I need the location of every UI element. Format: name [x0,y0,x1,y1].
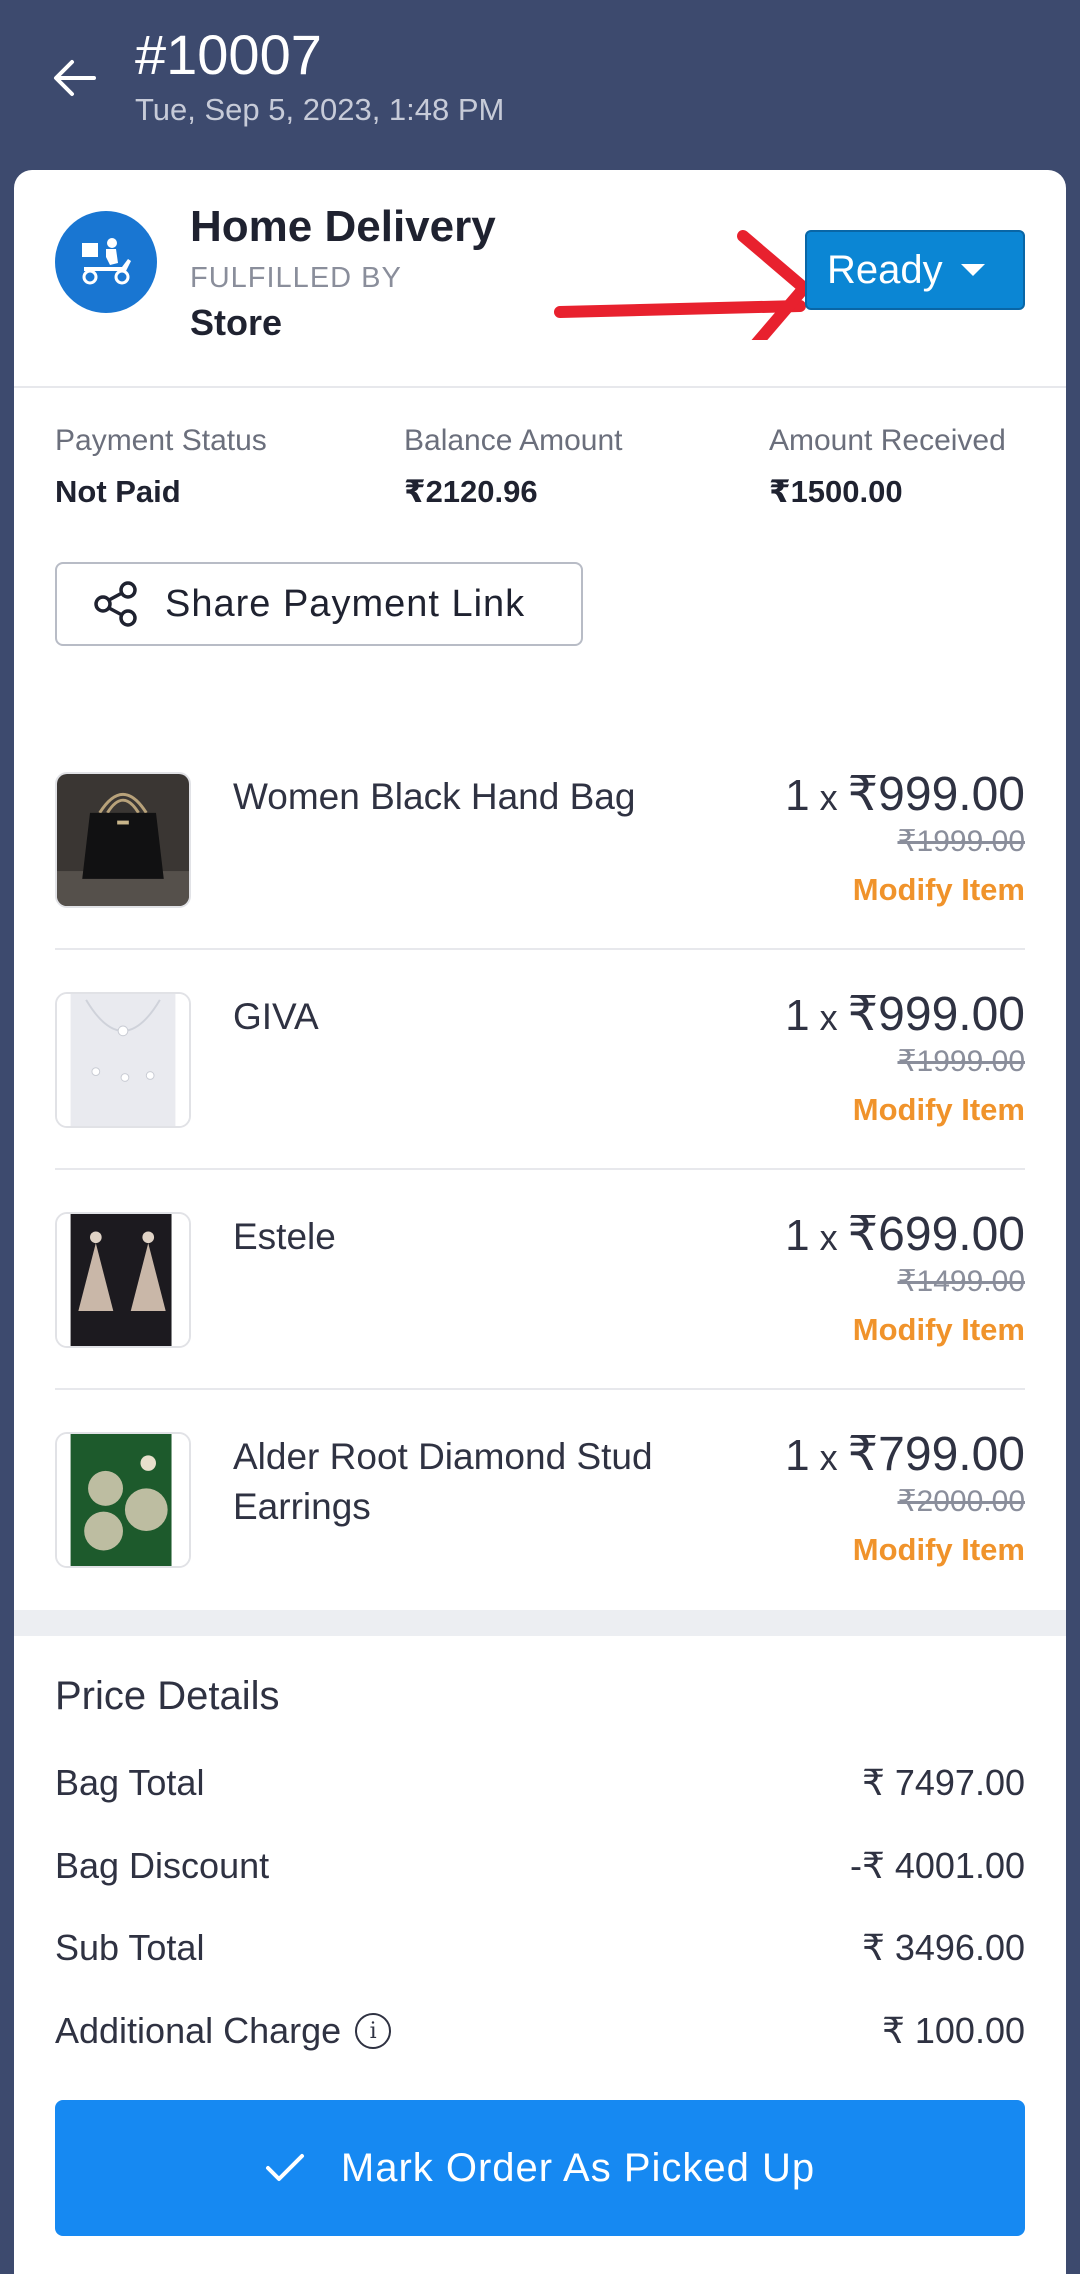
item-price: 1 x ₹699.00 [785,1206,1025,1262]
item-original-price: ₹1999.00 [897,825,1025,858]
order-status-value: Ready [827,247,943,292]
modify-item-link[interactable]: Modify Item [853,872,1025,908]
modify-item-link[interactable]: Modify Item [853,1532,1025,1568]
item-price: 1 x ₹999.00 [785,986,1025,1042]
price-row-value: ₹ 7497.00 [861,1762,1025,1803]
divider [55,1388,1025,1390]
payment-status-label: Payment Status [55,424,267,457]
annotation-arrow-icon [554,230,810,340]
item-amount: ₹799.00 [847,1428,1025,1481]
item-original-price: ₹2000.00 [897,1485,1025,1518]
arrow-left-icon [54,60,96,96]
item-image[interactable] [55,1432,191,1568]
modify-item-link[interactable]: Modify Item [853,1092,1025,1128]
item-quantity: 1 [785,1431,810,1480]
list-item: Alder Root Diamond Stud Earrings 1 x ₹799.… [55,1428,1025,1572]
price-row-value: ₹ 3496.00 [861,1927,1025,1968]
item-image[interactable] [55,772,191,908]
item-price: 1 x ₹799.00 [785,1426,1025,1482]
amount-received-value: ₹1500.00 [769,474,903,509]
times-sign: x [819,1217,838,1258]
price-row-label: Additional Charge [55,2010,342,2051]
order-status-dropdown[interactable]: Ready [805,230,1025,310]
payment-status-value: Not Paid [55,474,181,509]
item-original-price: ₹1999.00 [897,1045,1025,1078]
mark-order-picked-up-button[interactable]: Mark Order As Picked Up [55,2100,1025,2236]
list-item: Women Black Hand Bag 1 x ₹999.00 ₹1999.00 … [55,768,1025,912]
times-sign: x [819,1437,838,1478]
item-quantity: 1 [785,771,810,820]
order-card: Home Delivery FULFILLED BY Store Ready P… [14,170,1066,2274]
checkmark-icon [265,2154,304,2181]
price-row-bag-total: Bag Total ₹ 7497.00 [55,1762,1025,1812]
price-row-label-wrap: Additional Charge i [55,2010,392,2052]
list-item: GIVA 1 x ₹999.00 ₹1999.00 Modify Item [55,988,1025,1132]
fulfilled-by-label: FULFILLED BY [190,262,402,294]
price-details-title: Price Details [55,1674,280,1718]
item-name: Alder Root Diamond Stud Earrings [233,1436,653,1527]
item-image[interactable] [55,1212,191,1348]
caret-down-icon [961,264,985,276]
price-row-label: Bag Total [55,1762,205,1803]
price-row-label: Bag Discount [55,1845,270,1886]
balance-amount-label: Balance Amount [404,424,623,457]
item-price: 1 x ₹999.00 [785,766,1025,822]
price-row-sub-total: Sub Total ₹ 3496.00 [55,1927,1025,1977]
price-row-value: ₹ 100.00 [881,2010,1025,2051]
divider [55,948,1025,950]
item-name: GIVA [233,996,319,1037]
fulfilled-by-value: Store [190,302,283,343]
balance-amount-value: ₹2120.96 [404,474,538,509]
divider [55,1168,1025,1170]
modify-item-link[interactable]: Modify Item [853,1312,1025,1348]
item-amount: ₹999.00 [847,988,1025,1041]
times-sign: x [819,777,838,818]
price-row-bag-discount: Bag Discount -₹ 4001.00 [55,1845,1025,1895]
price-row-value: -₹ 4001.00 [849,1845,1025,1886]
order-date: Tue, Sep 5, 2023, 1:48 PM [135,92,505,127]
item-original-price: ₹1499.00 [897,1265,1025,1298]
times-sign: x [819,997,838,1038]
price-row-label: Sub Total [55,1927,205,1968]
delivery-type-title: Home Delivery [190,202,496,251]
back-button[interactable] [44,48,104,108]
share-payment-link-label: Share Payment Link [165,582,526,625]
item-quantity: 1 [785,1211,810,1260]
share-icon [94,581,137,627]
amount-received-label: Amount Received [769,424,1006,457]
list-item: Estele 1 x ₹699.00 ₹1499.00 Modify Item [55,1208,1025,1352]
mark-order-picked-up-label: Mark Order As Picked Up [340,2145,816,2190]
item-quantity: 1 [785,991,810,1040]
info-icon[interactable]: i [355,2013,392,2049]
divider [14,386,1066,388]
share-payment-link-button[interactable]: Share Payment Link [55,562,583,646]
item-image[interactable] [55,992,191,1128]
app-header: #10007 Tue, Sep 5, 2023, 1:48 PM [0,0,1080,158]
item-amount: ₹999.00 [847,768,1025,821]
price-row-additional-charge: Additional Charge i ₹ 100.00 [55,2010,1025,2060]
order-id: #10007 [135,23,322,86]
item-name: Women Black Hand Bag [233,776,636,817]
item-name: Estele [233,1216,336,1257]
item-amount: ₹699.00 [847,1208,1025,1261]
scooter-delivery-icon [55,211,157,313]
section-separator [14,1610,1066,1636]
